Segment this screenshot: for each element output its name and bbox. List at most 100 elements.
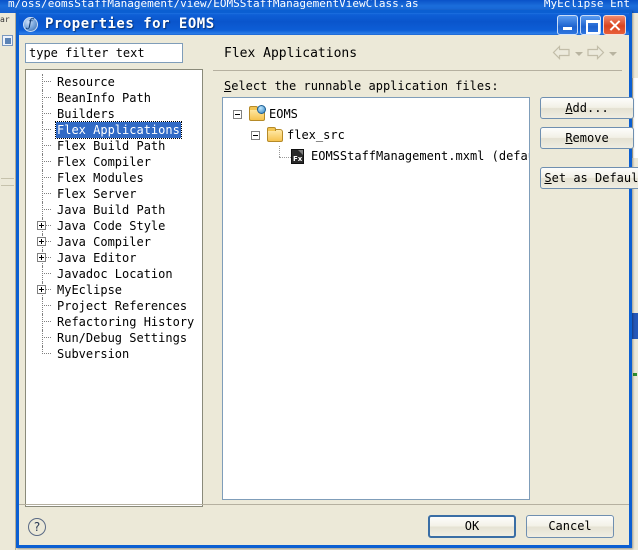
- expand-plus-icon[interactable]: [37, 253, 46, 262]
- page-navigation-buttons: [552, 45, 617, 60]
- nav-tree-item-label: Java Editor: [57, 251, 137, 265]
- dialog-titlebar[interactable]: Properties for EOMS: [19, 10, 629, 35]
- tree-guide-line: [42, 202, 43, 218]
- nav-tree-item[interactable]: Flex Build Path: [26, 138, 202, 154]
- nav-tree-item[interactable]: Subversion: [26, 346, 202, 362]
- page-title: Flex Applications: [224, 46, 358, 61]
- cancel-button[interactable]: Cancel: [526, 515, 614, 538]
- tree-guide-line: [42, 106, 43, 122]
- properties-dialog: Properties for EOMS Resource BeanInfo Pat…: [16, 10, 638, 548]
- filter-input[interactable]: [25, 43, 183, 63]
- ok-button[interactable]: OK: [428, 515, 516, 538]
- background-scrollbar-thumb[interactable]: [632, 313, 638, 339]
- page-panel: Flex Applications Select the runnable ap…: [210, 41, 638, 504]
- tree-guide-line: [42, 298, 43, 314]
- background-tab-label: ar: [0, 15, 10, 24]
- tree-guide-line: [42, 154, 43, 170]
- tree-guide-line: [42, 266, 43, 282]
- tree-guide-tick: [42, 81, 51, 82]
- remove-button-accel: R: [565, 131, 573, 145]
- tree-guide-line: [42, 90, 43, 106]
- close-icon[interactable]: [603, 15, 626, 35]
- collapse-minus-icon[interactable]: [251, 131, 260, 140]
- set-as-default-accel: S: [544, 171, 552, 185]
- nav-tree-item-label: Resource: [57, 75, 115, 89]
- window-control-buttons: [557, 15, 626, 35]
- tree-guide-tick: [42, 353, 51, 354]
- nav-tree-item[interactable]: Refactoring History: [26, 314, 202, 330]
- tree-guide-tick: [42, 161, 51, 162]
- nav-tree-item-label: Flex Server: [57, 187, 137, 201]
- background-view-icon: [2, 35, 13, 46]
- back-dropdown-chevron-down-icon[interactable]: [574, 48, 583, 58]
- tree-guide-tick: [42, 97, 51, 98]
- help-icon[interactable]: ?: [28, 518, 46, 536]
- tree-guide-tick: [42, 193, 51, 194]
- remove-button[interactable]: Remove: [540, 127, 634, 149]
- nav-tree-item[interactable]: Builders: [26, 106, 202, 122]
- nav-tree-item[interactable]: Flex Compiler: [26, 154, 202, 170]
- nav-tree-item[interactable]: MyEclipse: [26, 282, 202, 298]
- tree-guide-tick: [42, 273, 51, 274]
- nav-tree-item-label: Java Code Style: [57, 219, 166, 233]
- nav-tree-item[interactable]: Java Build Path: [26, 202, 202, 218]
- nav-tree-item[interactable]: Resource: [26, 74, 202, 90]
- nav-tree-item-label: Flex Modules: [57, 171, 144, 185]
- eclipse-properties-icon: [23, 16, 38, 32]
- nav-tree-item-label: Flex Applications: [55, 121, 182, 139]
- dialog-title: Properties for EOMS: [45, 16, 215, 32]
- nav-tree-item-label: Java Build Path: [57, 203, 166, 217]
- nav-tree-item-label: Subversion: [57, 347, 130, 361]
- nav-tree-item-label: BeanInfo Path: [57, 91, 151, 105]
- add-button[interactable]: Add...: [540, 97, 634, 119]
- collapse-minus-icon[interactable]: [233, 110, 242, 119]
- app-tree-row[interactable]: EOMS: [229, 104, 529, 125]
- settings-navigation-tree[interactable]: Resource BeanInfo Path Builders Flex Applic…: [25, 69, 203, 507]
- nav-tree-item[interactable]: Java Compiler: [26, 234, 202, 250]
- nav-tree-item[interactable]: Run/Debug Settings: [26, 330, 202, 346]
- background-right-strip: [632, 13, 638, 550]
- app-tree-row[interactable]: flex_src: [229, 125, 529, 146]
- nav-tree-item-label: Builders: [57, 107, 115, 121]
- nav-tree-item[interactable]: BeanInfo Path: [26, 90, 202, 106]
- background-divider: [1, 178, 14, 179]
- tree-guide-tick: [279, 157, 291, 158]
- expand-plus-icon[interactable]: [37, 237, 46, 246]
- nav-tree-item[interactable]: Project References: [26, 298, 202, 314]
- instruction-text: elect the runnable application files:: [231, 79, 499, 93]
- expand-plus-icon[interactable]: [37, 285, 46, 294]
- tree-guide-tick: [42, 177, 51, 178]
- tree-guide-tick: [42, 321, 51, 322]
- background-left-strip: ar: [0, 13, 16, 550]
- app-tree-row[interactable]: EOMSStaffManagement.mxml (default): [229, 146, 529, 167]
- minimize-icon[interactable]: [557, 15, 578, 35]
- background-window-title: m/oss/eomsStaffManagement/view/EOMSStaff…: [8, 0, 419, 10]
- tree-guide-tick: [42, 305, 51, 306]
- runnable-applications-tree[interactable]: EOMS flex_src EOMSStaffManagement.mxml (de…: [222, 97, 530, 500]
- tree-guide-tick: [42, 145, 51, 146]
- nav-tree-item-label: MyEclipse: [57, 283, 123, 297]
- nav-tree-item[interactable]: Flex Modules: [26, 170, 202, 186]
- footer-divider: [19, 504, 629, 505]
- tree-guide-tick: [42, 129, 51, 130]
- maximize-icon[interactable]: [580, 15, 601, 35]
- forward-arrow-icon[interactable]: [586, 45, 605, 60]
- app-tree-row-label: flex_src: [287, 128, 345, 142]
- back-arrow-icon[interactable]: [552, 45, 571, 60]
- page-header: Flex Applications: [210, 41, 623, 71]
- forward-dropdown-chevron-down-icon[interactable]: [608, 48, 617, 58]
- nav-tree-item[interactable]: Flex Applications: [26, 121, 202, 139]
- nav-tree-item[interactable]: Java Editor: [26, 250, 202, 266]
- nav-tree-item[interactable]: Javadoc Location: [26, 266, 202, 282]
- nav-tree-item-label: Project References: [57, 299, 188, 313]
- nav-tree-item[interactable]: Flex Server: [26, 186, 202, 202]
- nav-tree-item-label: Flex Build Path: [57, 139, 166, 153]
- nav-tree-item-label: Javadoc Location: [57, 267, 173, 281]
- tree-guide-line: [42, 74, 43, 90]
- set-as-default-button[interactable]: Set as Default: [540, 167, 638, 189]
- dialog-body: ResourceBeanInfo PathBuildersFlex Applic…: [19, 35, 638, 545]
- background-window-app-name: MyEclipse Ent: [543, 0, 630, 10]
- nav-tree-item[interactable]: Java Code Style: [26, 218, 202, 234]
- expand-plus-icon[interactable]: [37, 221, 46, 230]
- tree-guide-tick: [42, 113, 51, 114]
